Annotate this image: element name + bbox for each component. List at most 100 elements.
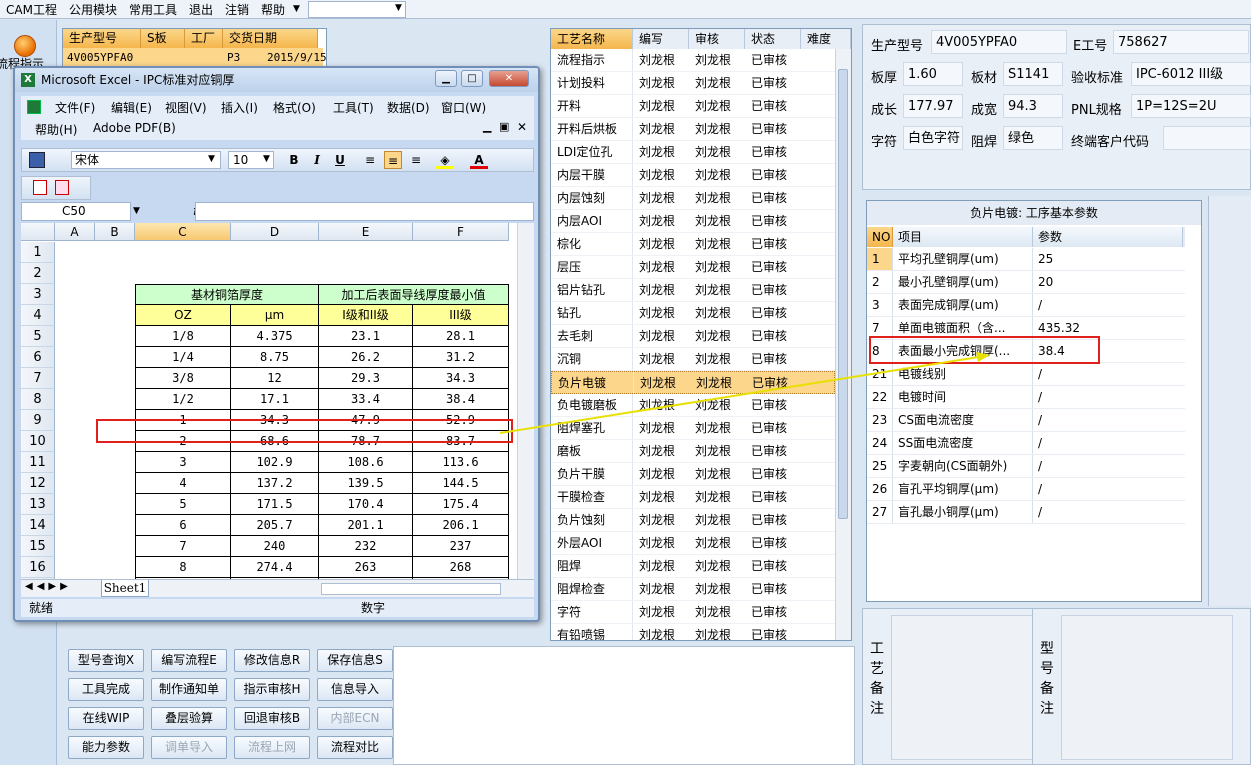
row-header[interactable]: 16: [21, 557, 55, 578]
bold-icon[interactable]: B: [285, 151, 303, 169]
action-button[interactable]: 回退审核B: [234, 707, 310, 730]
process-row[interactable]: 棕化 刘龙根 刘龙根 已审核: [551, 233, 835, 256]
table-cell[interactable]: 1/4: [135, 347, 231, 368]
excel-menu-item[interactable]: 格式(O): [273, 99, 316, 116]
process-row[interactable]: 去毛刺 刘龙根 刘龙根 已审核: [551, 325, 835, 348]
table-cell[interactable]: 5: [135, 494, 231, 515]
sheet-nav-icons[interactable]: ◀◀▶▶: [25, 581, 72, 592]
row-header[interactable]: 5: [21, 326, 55, 347]
size-dropdown-icon[interactable]: ▼: [263, 154, 270, 164]
soldermask-field[interactable]: 绿色: [1003, 126, 1063, 150]
italic-icon[interactable]: I: [308, 151, 326, 169]
row-header[interactable]: 9: [21, 410, 55, 431]
sheet-horizontal-scrollbar[interactable]: [321, 583, 501, 595]
spreadsheet-grid[interactable]: ABCDEF1234567891011121314151617基材铜箔厚度加工后…: [21, 223, 517, 579]
table-cell[interactable]: 175.4: [413, 494, 509, 515]
params-row[interactable]: 1 平均孔壁铜厚(um) 25: [867, 248, 1185, 271]
model-list-row[interactable]: 4V005YPFA0 P3 2015/9/15: [63, 48, 327, 68]
pnl-field[interactable]: 1P=12S=2U: [1131, 94, 1251, 118]
process-row[interactable]: 内层干膜 刘龙根 刘龙根 已审核: [551, 164, 835, 187]
row-header[interactable]: 7: [21, 368, 55, 389]
eno-field[interactable]: 758627: [1113, 30, 1249, 54]
font-dropdown-icon[interactable]: ▼: [208, 154, 215, 164]
process-row[interactable]: 干膜检查 刘龙根 刘龙根 已审核: [551, 486, 835, 509]
row-header[interactable]: 4: [21, 305, 55, 326]
excel-menu-item[interactable]: Adobe PDF(B): [93, 121, 176, 135]
thickness-field[interactable]: 1.60: [903, 62, 963, 86]
process-col-header[interactable]: 编写: [633, 29, 689, 49]
menu-item-5[interactable]: 帮助: [255, 1, 291, 18]
table-cell[interactable]: 4: [135, 473, 231, 494]
table-cell[interactable]: 8.75: [231, 347, 319, 368]
sheet-vertical-scrollbar[interactable]: [517, 223, 534, 579]
process-list-scroll-thumb[interactable]: [838, 69, 848, 519]
action-button[interactable]: 流程对比: [317, 736, 393, 759]
action-button[interactable]: 保存信息S: [317, 649, 393, 672]
pdf-email-icon[interactable]: [55, 180, 69, 195]
params-row[interactable]: 2 最小孔壁铜厚(um) 20: [867, 271, 1185, 294]
table-cell[interactable]: 137.2: [231, 473, 319, 494]
save-icon[interactable]: [29, 152, 45, 168]
row-header[interactable]: 14: [21, 515, 55, 536]
action-button[interactable]: 编写流程E: [151, 649, 227, 672]
underline-icon[interactable]: U: [331, 151, 349, 169]
table-cell[interactable]: 170.4: [319, 494, 413, 515]
process-col-header[interactable]: 状态: [745, 29, 801, 49]
row-header[interactable]: 10: [21, 431, 55, 452]
process-row[interactable]: 负片蚀刻 刘龙根 刘龙根 已审核: [551, 509, 835, 532]
sheet-tab[interactable]: Sheet1: [101, 580, 149, 597]
process-row[interactable]: 内层AOI 刘龙根 刘龙根 已审核: [551, 210, 835, 233]
process-row[interactable]: 阻焊塞孔 刘龙根 刘龙根 已审核: [551, 417, 835, 440]
table-cell[interactable]: 240: [231, 536, 319, 557]
row-header[interactable]: 2: [21, 263, 55, 284]
character-field[interactable]: 白色字符: [903, 126, 963, 150]
process-row[interactable]: 开料后烘板 刘龙根 刘龙根 已审核: [551, 118, 835, 141]
model-col-header[interactable]: 交货日期: [223, 29, 318, 48]
combo-dropdown-icon[interactable]: ▼: [395, 3, 402, 13]
table-cell[interactable]: 3/8: [135, 368, 231, 389]
maximize-icon[interactable]: □: [461, 70, 483, 87]
select-all-corner[interactable]: [21, 223, 55, 241]
model-col-header[interactable]: 生产型号: [63, 29, 141, 48]
close-icon[interactable]: ✕: [489, 70, 529, 87]
process-row[interactable]: 流程指示 刘龙根 刘龙根 已审核: [551, 49, 835, 72]
table-cell[interactable]: 33.4: [319, 389, 413, 410]
excel-menu-item[interactable]: 视图(V): [165, 99, 207, 116]
table-cell[interactable]: 237: [413, 536, 509, 557]
table-cell[interactable]: 263: [319, 557, 413, 578]
row-header[interactable]: 3: [21, 284, 55, 305]
process-row[interactable]: 开料 刘龙根 刘龙根 已审核: [551, 95, 835, 118]
row-header[interactable]: 1: [21, 242, 55, 263]
column-header[interactable]: A: [55, 223, 95, 241]
params-row[interactable]: 24 SS面电流密度 /: [867, 432, 1185, 455]
message-textarea[interactable]: [393, 646, 855, 765]
excel-menu-item[interactable]: 文件(F): [55, 99, 95, 116]
table-cell[interactable]: 102.9: [231, 452, 319, 473]
flow-indicator-icon[interactable]: [14, 35, 36, 57]
row-header[interactable]: 8: [21, 389, 55, 410]
table-cell[interactable]: 232: [319, 536, 413, 557]
model-col-header[interactable]: S板: [141, 29, 185, 48]
name-box[interactable]: C50: [21, 202, 131, 221]
pdf-convert-icon[interactable]: [33, 180, 47, 195]
column-header[interactable]: E: [319, 223, 413, 241]
process-row[interactable]: 阻焊检查 刘龙根 刘龙根 已审核: [551, 578, 835, 601]
font-color-icon[interactable]: A: [470, 151, 488, 169]
params-row[interactable]: 21 电镀线别 /: [867, 363, 1185, 386]
params-row[interactable]: 27 盲孔最小铜厚(μm) /: [867, 501, 1185, 524]
excel-menu-item[interactable]: 编辑(E): [111, 99, 152, 116]
process-col-header[interactable]: 工艺名称: [551, 29, 633, 49]
action-button[interactable]: 能力参数: [68, 736, 144, 759]
process-row[interactable]: 负片干膜 刘龙根 刘龙根 已审核: [551, 463, 835, 486]
font-select[interactable]: 宋体: [71, 151, 221, 169]
table-cell[interactable]: 7: [135, 536, 231, 557]
process-row[interactable]: LDI定位孔 刘龙根 刘龙根 已审核: [551, 141, 835, 164]
namebox-dropdown-icon[interactable]: ▼: [133, 206, 140, 216]
align-center-icon[interactable]: ≡: [384, 151, 402, 169]
row-header[interactable]: 11: [21, 452, 55, 473]
table-cell[interactable]: 1/2: [135, 389, 231, 410]
help-dropdown-icon[interactable]: ▼: [291, 4, 302, 14]
params-row[interactable]: 26 盲孔平均铜厚(μm) /: [867, 478, 1185, 501]
excel-menu-item[interactable]: 插入(I): [221, 99, 258, 116]
process-row[interactable]: 阻焊 刘龙根 刘龙根 已审核: [551, 555, 835, 578]
